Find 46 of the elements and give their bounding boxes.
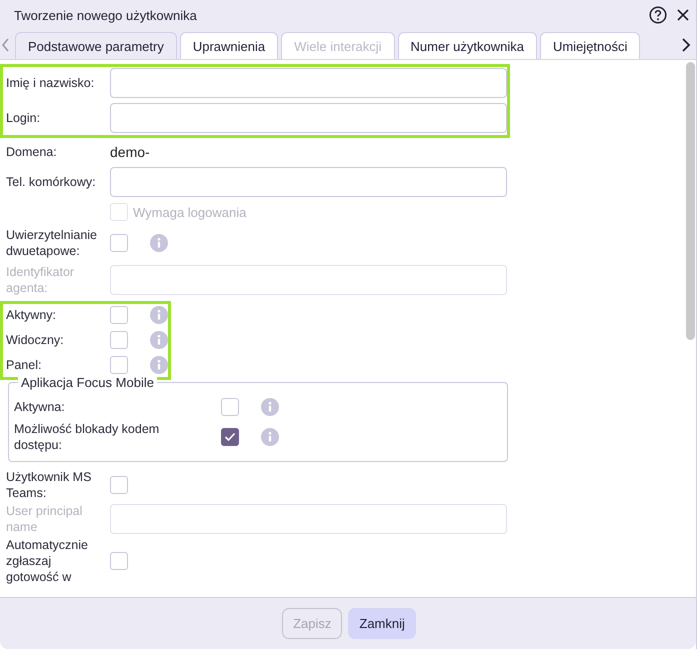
checkbox[interactable] — [110, 306, 128, 324]
dialog-button[interactable]: Zamknij — [348, 608, 416, 639]
checkbox[interactable] — [110, 476, 128, 494]
field-label: User principal name — [6, 503, 84, 535]
checkbox-label: Wymaga logowania — [133, 204, 246, 220]
fieldset-legend: Aplikacja Focus Mobile — [18, 375, 157, 391]
info-icon[interactable] — [261, 398, 279, 416]
input-field[interactable] — [110, 103, 507, 133]
info-icon[interactable] — [261, 428, 279, 446]
close-icon[interactable] — [676, 8, 690, 22]
tab[interactable]: Umiejętności — [540, 32, 640, 59]
info-icon[interactable] — [150, 331, 168, 349]
field-label: Aktywna: — [14, 399, 66, 415]
field-label: Tel. komórkowy: — [6, 174, 97, 190]
field-label: Imię i nazwisko: — [6, 75, 96, 91]
field-label: Identyfikator agenta: — [6, 264, 76, 296]
checkbox[interactable] — [221, 428, 239, 446]
tab[interactable]: Podstawowe parametry — [15, 32, 177, 59]
field-label: Automatycznie zgłaszaj gotowość w — [6, 537, 89, 585]
window-title: Tworzenie nowego użytkownika — [14, 8, 198, 22]
field-label: Panel: — [6, 357, 42, 373]
checkbox[interactable] — [221, 398, 239, 416]
input-field[interactable] — [110, 68, 507, 98]
field-label: Domena: — [6, 144, 58, 160]
field-label: Login: — [6, 110, 42, 126]
chevron-left-icon[interactable] — [1, 38, 11, 52]
checkbox[interactable] — [110, 552, 128, 570]
tab[interactable]: Numer użytkownika — [398, 32, 537, 59]
checkbox[interactable] — [110, 331, 128, 349]
info-icon[interactable] — [150, 356, 168, 374]
check-icon — [224, 432, 236, 442]
scrollbar-thumb[interactable] — [686, 62, 695, 340]
info-icon[interactable] — [150, 306, 168, 324]
input-field[interactable] — [110, 167, 507, 197]
field-label: Uwierzytelnianie dwuetapowe: — [6, 227, 98, 259]
help-icon[interactable] — [649, 6, 667, 24]
checkbox[interactable] — [110, 356, 128, 374]
field-label: Możliwość blokady kodem dostępu: — [14, 421, 160, 453]
chevron-right-icon[interactable] — [680, 38, 692, 52]
checkbox[interactable] — [110, 234, 128, 252]
field-label: Użytkownik MS Teams: — [6, 469, 92, 501]
field-label: Widoczny: — [6, 332, 65, 348]
info-icon[interactable] — [150, 234, 168, 252]
tab[interactable]: Uprawnienia — [180, 32, 278, 59]
field-value: demo- — [110, 144, 150, 160]
field-label: Aktywny: — [6, 307, 58, 323]
